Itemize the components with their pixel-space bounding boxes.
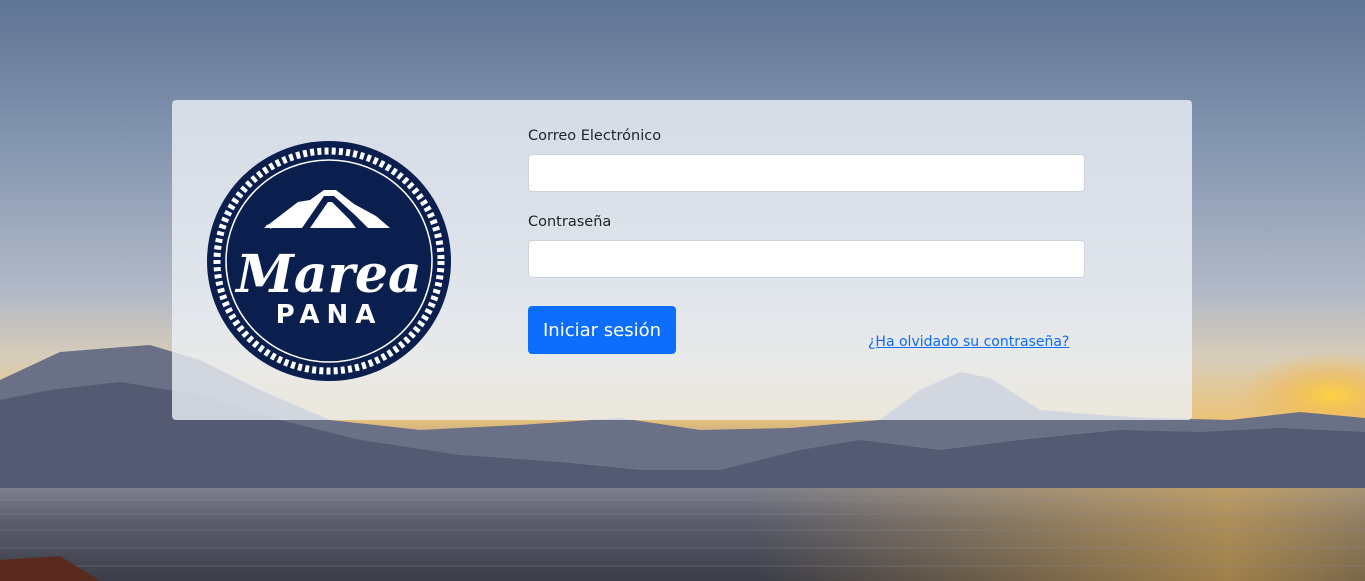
form-actions: Iniciar sesión ¿Ha olvidado su contraseñ… (528, 306, 1086, 354)
email-label: Correo Electrónico (528, 128, 662, 144)
forgot-password-link[interactable]: ¿Ha olvidado su contraseña? (868, 334, 1069, 350)
marea-pana-logo: Marea PANA (206, 140, 452, 382)
password-field[interactable] (528, 240, 1085, 278)
login-button[interactable]: Iniciar sesión (528, 306, 676, 354)
login-card: Marea PANA Correo Electrónico Contraseña… (172, 100, 1192, 420)
logo-caps-text: PANA (276, 300, 383, 330)
password-label: Contraseña (528, 214, 612, 230)
logo-script-text: Marea (234, 244, 421, 305)
login-form: Correo Electrónico Contraseña Iniciar se… (528, 126, 1086, 354)
email-field[interactable] (528, 154, 1085, 192)
